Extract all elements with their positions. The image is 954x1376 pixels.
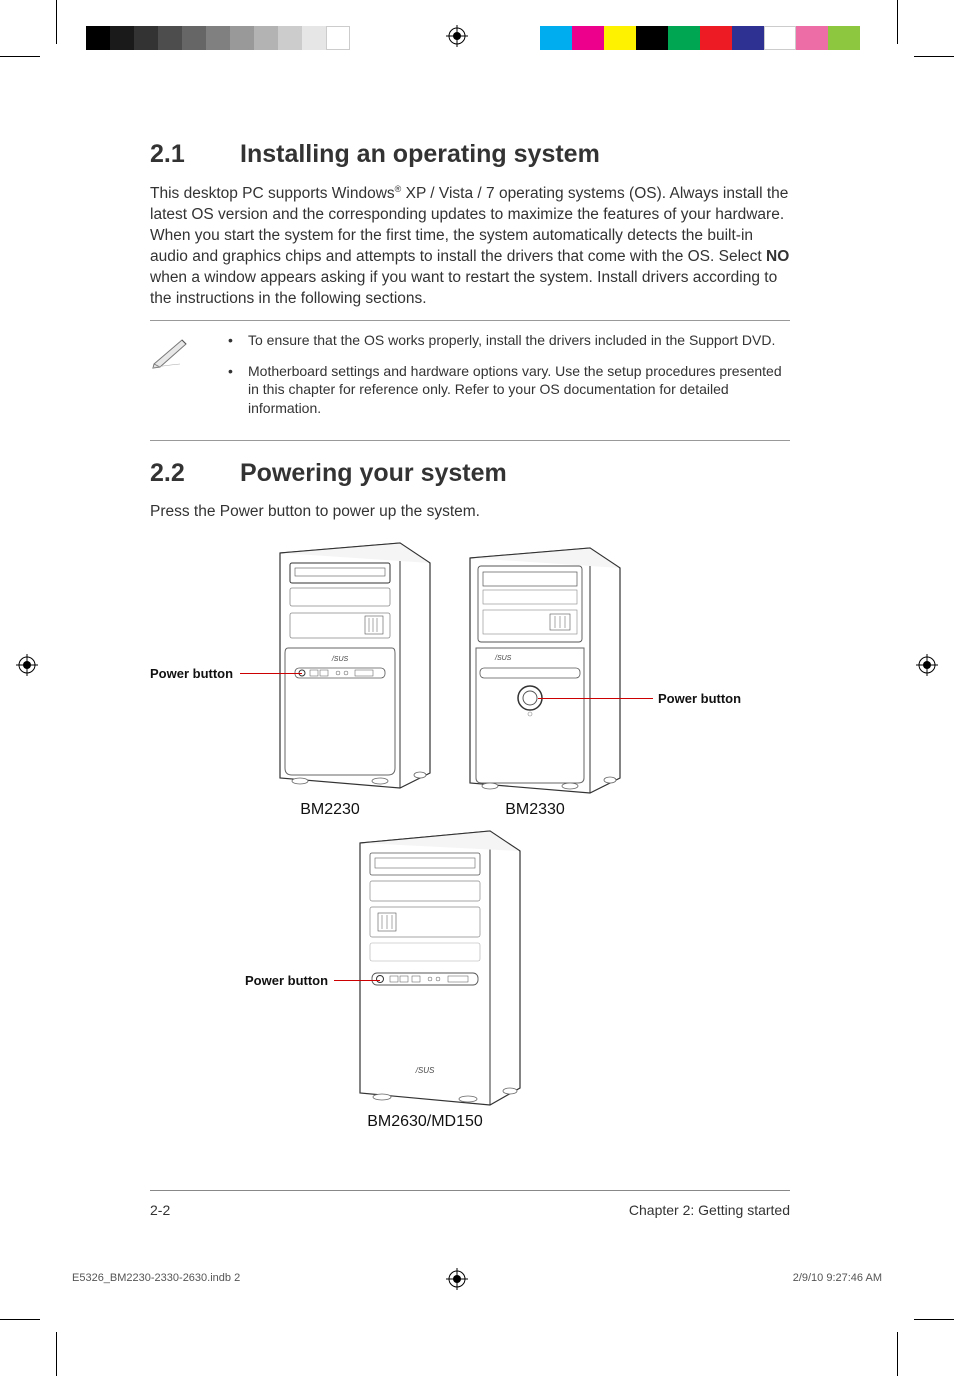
chapter-title: Chapter 2: Getting started [629, 1202, 790, 1218]
callout-line [334, 980, 380, 981]
crop-mark [56, 1332, 57, 1376]
slug-filename: E5326_BM2230-2330-2630.indb 2 [72, 1272, 240, 1284]
power-button-label: Power button [658, 691, 741, 706]
svg-text:/SUS: /SUS [494, 655, 512, 662]
crop-mark [914, 1319, 954, 1320]
crop-mark [56, 0, 57, 44]
power-button-label: Power button [150, 666, 233, 681]
crop-mark [897, 1332, 898, 1376]
section-heading-2-2: 2.2Powering your system [150, 459, 790, 488]
svg-text:/SUS: /SUS [415, 1066, 435, 1075]
section-number: 2.2 [150, 459, 240, 488]
section-body-2-1: This desktop PC supports Windows® XP / V… [150, 183, 790, 310]
note-pen-icon [150, 331, 192, 431]
divider [150, 320, 790, 321]
page-content: 2.1Installing an operating system This d… [150, 130, 790, 1173]
model-label-bm2330: BM2330 [485, 801, 585, 819]
tower-bm2330: /SUS [450, 538, 630, 798]
section-heading-2-1: 2.1Installing an operating system [150, 140, 790, 169]
callout-line [240, 673, 302, 674]
section-title: Installing an operating system [240, 140, 600, 168]
note-block: To ensure that the OS works properly, in… [150, 327, 790, 435]
page-number: 2-2 [150, 1202, 170, 1218]
svg-text:/SUS: /SUS [331, 656, 349, 663]
tower-bm2230: /SUS [260, 533, 440, 793]
section-number: 2.1 [150, 140, 240, 169]
print-slug: E5326_BM2230-2330-2630.indb 2 2/9/10 9:2… [72, 1272, 882, 1284]
gray-calibration-bar [86, 26, 350, 50]
note-list: To ensure that the OS works properly, in… [220, 331, 790, 431]
note-item: Motherboard settings and hardware option… [220, 362, 790, 419]
page-footer: 2-2 Chapter 2: Getting started [150, 1202, 790, 1218]
crop-mark [897, 0, 898, 44]
divider [150, 440, 790, 441]
section-title: Powering your system [240, 459, 507, 487]
slug-datetime: 2/9/10 9:27:46 AM [793, 1272, 882, 1284]
callout-line [538, 698, 653, 699]
registration-mark-icon [16, 654, 38, 676]
diagram-area: /SUS Power button BM2230 [150, 533, 790, 1173]
crop-mark [914, 56, 954, 57]
note-item: To ensure that the OS works properly, in… [220, 331, 790, 350]
model-label-bm2230: BM2230 [280, 801, 380, 819]
crop-mark [0, 56, 40, 57]
color-calibration-bar [540, 26, 860, 50]
power-button-label: Power button [245, 973, 328, 988]
section-body-2-2: Press the Power button to power up the s… [150, 502, 790, 523]
tower-bm2630: /SUS [340, 823, 530, 1113]
crop-mark [0, 1319, 40, 1320]
registration-mark-icon [446, 25, 468, 47]
model-label-bm2630: BM2630/MD150 [350, 1113, 500, 1131]
footer-divider [150, 1190, 790, 1191]
registration-mark-icon [916, 654, 938, 676]
